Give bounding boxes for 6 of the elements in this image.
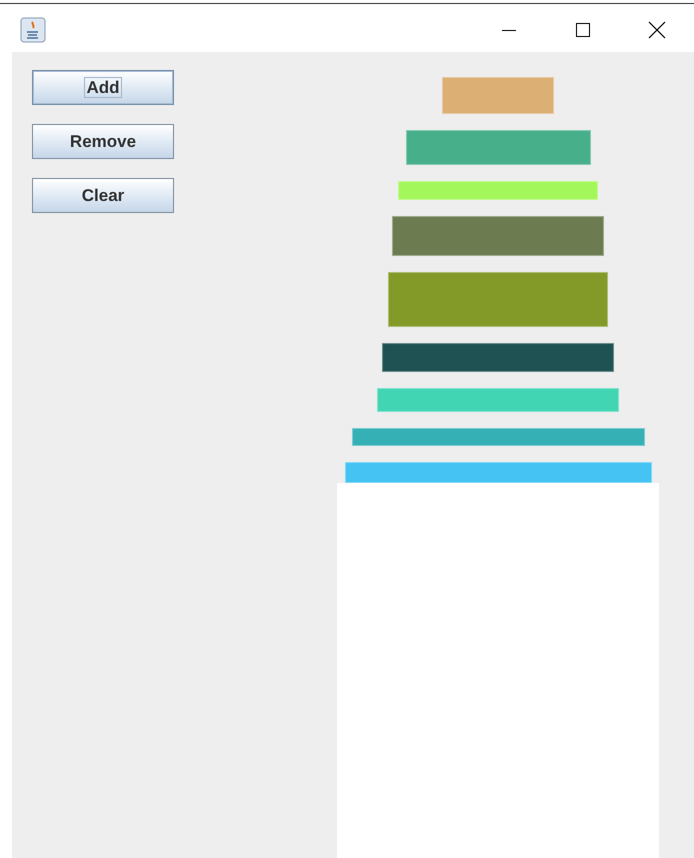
- close-icon[interactable]: [648, 20, 666, 38]
- app-icon: [20, 16, 46, 42]
- action-button[interactable]: Remove: [32, 124, 174, 159]
- maximize-icon[interactable]: [575, 22, 591, 38]
- action-button[interactable]: Add: [32, 70, 174, 105]
- action-button[interactable]: Clear: [32, 178, 174, 213]
